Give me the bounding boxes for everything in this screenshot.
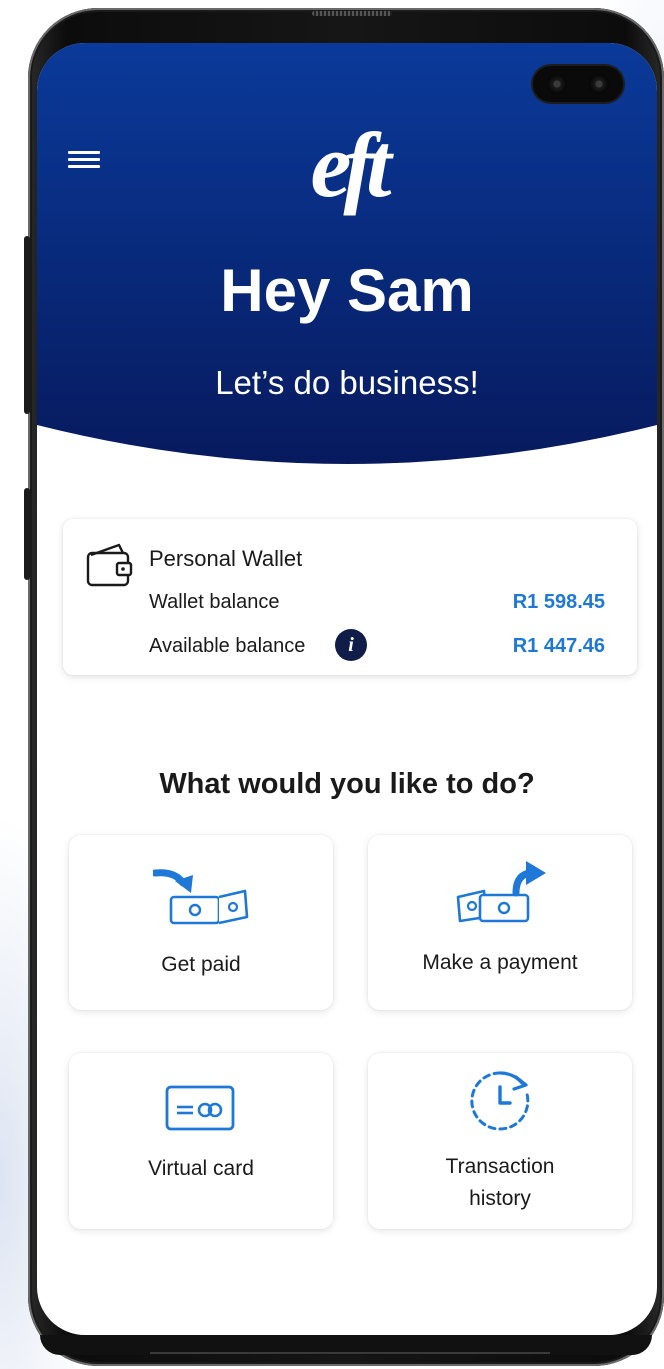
power-button: [24, 488, 30, 580]
send-money-icon: [456, 861, 546, 923]
wallet-balance-label: Wallet balance: [149, 591, 280, 613]
personal-wallet-card[interactable]: Personal Wallet Wallet balance R1 598.45…: [63, 519, 637, 675]
earpiece-speaker: [312, 11, 392, 16]
make-payment-label: Make a payment: [422, 951, 578, 974]
receive-money-icon: [153, 869, 249, 925]
phone-bottom-bezel: [40, 1335, 652, 1355]
available-balance-value: R1 447.46: [512, 635, 605, 657]
wallet-balance-value: R1 598.45: [512, 591, 605, 613]
wallet-icon: [86, 543, 133, 587]
transaction-history-label-line2: history: [469, 1187, 531, 1210]
actions-heading: What would you like to do?: [159, 768, 535, 800]
get-paid-label: Get paid: [161, 953, 241, 976]
wallet-title: Personal Wallet: [149, 546, 303, 571]
eft-logo: eft: [310, 114, 391, 216]
transaction-history-label-line1: Transaction: [445, 1155, 555, 1178]
hamburger-menu-icon[interactable]: [68, 147, 100, 171]
available-balance-label: Available balance: [149, 635, 306, 657]
get-paid-button[interactable]: Get paid: [69, 835, 333, 1010]
greeting-title: Hey Sam: [220, 257, 474, 324]
virtual-card-button[interactable]: Virtual card: [69, 1053, 333, 1229]
card-icon: [165, 1085, 235, 1131]
transaction-history-button[interactable]: Transaction history: [368, 1053, 632, 1229]
app-screen: eft Hey Sam Let’s do business! Personal …: [37, 43, 657, 1335]
hero-header: eft Hey Sam Let’s do business!: [37, 43, 657, 473]
virtual-card-label: Virtual card: [148, 1157, 254, 1180]
make-payment-button[interactable]: Make a payment: [368, 835, 632, 1010]
history-clock-icon: [470, 1071, 530, 1131]
info-icon[interactable]: i: [335, 629, 367, 661]
front-camera: [533, 66, 623, 102]
tagline: Let’s do business!: [215, 364, 479, 401]
volume-button: [24, 236, 30, 414]
